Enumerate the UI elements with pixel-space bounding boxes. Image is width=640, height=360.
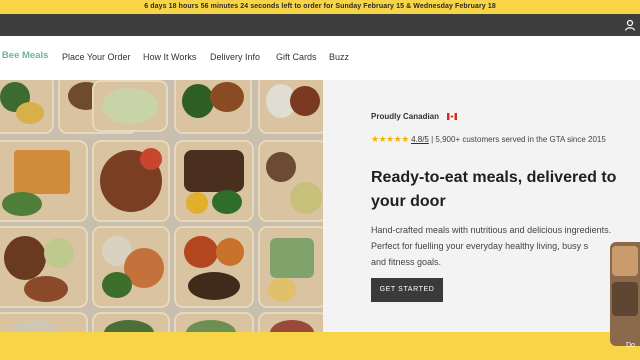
rating-score-link[interactable]: 4.8/5 <box>411 135 429 144</box>
side-widget-label[interactable]: Do <box>626 342 635 349</box>
nav-delivery-info[interactable]: Delivery Info <box>210 52 260 62</box>
hero-description: Hand-crafted meals with nutritious and d… <box>371 222 640 270</box>
customers-served-text: 5,900+ customers served in the GTA since… <box>435 135 606 144</box>
nav-buzz[interactable]: Buzz <box>329 52 349 62</box>
nav-gift-cards[interactable]: Gift Cards <box>276 52 317 62</box>
side-video-widget[interactable] <box>610 242 640 346</box>
nav-place-order[interactable]: Place Your Order <box>62 52 131 62</box>
canada-flag-icon <box>447 113 457 120</box>
hero-description-line2: Perfect for fuelling your everyday healt… <box>371 241 589 251</box>
hero-headline: Ready-to-eat meals, delivered to your do… <box>371 166 639 214</box>
proudly-canadian-label: Proudly Canadian <box>371 112 440 121</box>
main-nav: y Bee Meals Place Your Order How It Work… <box>0 36 640 80</box>
side-widget-thumb-top <box>612 246 638 276</box>
user-icon[interactable] <box>624 19 636 31</box>
hero-headline-line1: Ready-to-eat meals, delivered to <box>371 169 617 186</box>
rating-row: ★★★★★ 4.8/5 | 5,900+ customers served in… <box>371 134 606 145</box>
star-rating-icon: ★★★★★ <box>371 134 409 144</box>
rating-separator: | <box>431 135 434 144</box>
hero-content: Proudly Canadian ★★★★★ 4.8/5 | 5,900+ cu… <box>323 80 640 332</box>
hero-headline-line2: your door <box>371 193 446 210</box>
get-started-button[interactable]: GET STARTED <box>371 278 443 302</box>
hero-meal-photo <box>0 80 323 332</box>
side-widget-thumb-bottom <box>612 282 638 316</box>
bottom-yellow-band <box>0 332 640 360</box>
hero-description-line3: and fitness goals. <box>371 257 442 267</box>
logo[interactable]: y Bee Meals <box>0 50 48 61</box>
announcement-bar: 6 days 18 hours 56 minutes 24 seconds le… <box>0 0 640 14</box>
nav-how-it-works[interactable]: How It Works <box>143 52 196 62</box>
hero-description-line1: Hand-crafted meals with nutritious and d… <box>371 225 612 235</box>
utility-bar <box>0 14 640 36</box>
